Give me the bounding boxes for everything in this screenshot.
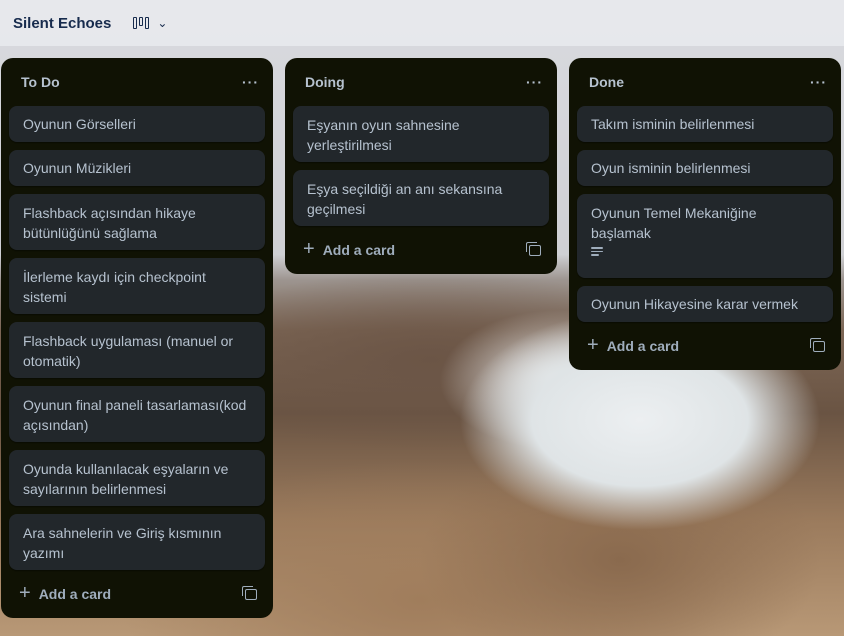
add-card-label: Add a card (322, 242, 396, 258)
board-header: Silent Echoes ⌄ (0, 0, 844, 46)
add-card-row: + Add a card (293, 234, 549, 266)
card[interactable]: Ara sahnelerin ve Giriş kısmının yazımı (9, 514, 265, 570)
card[interactable]: Eşya seçildiği an anı sekansına geçilmes… (293, 170, 549, 226)
list-doing: Doing ··· Eşyanın oyun sahnesine yerleşt… (285, 58, 557, 274)
card[interactable]: Flashback uygulaması (manuel or otomatik… (9, 322, 265, 378)
card[interactable]: Oyunun final paneli tasarlaması(kod açıs… (9, 386, 265, 442)
card[interactable]: Oyunun Görselleri (9, 106, 265, 142)
card[interactable]: Oyun isminin belirlenmesi (577, 150, 833, 186)
plus-icon: + (303, 238, 315, 260)
add-card-label: Add a card (606, 338, 680, 354)
add-card-button[interactable]: + Add a card (19, 582, 112, 604)
card[interactable]: Takım isminin belirlenmesi (577, 106, 833, 142)
card[interactable]: Oyunun Hikayesine karar vermek (577, 286, 833, 322)
board-view-icon[interactable] (133, 17, 150, 29)
card[interactable]: Eşyanın oyun sahnesine yerleştirilmesi (293, 106, 549, 162)
card[interactable]: Oyunda kullanılacak eşyaların ve sayılar… (9, 450, 265, 506)
add-card-row: + Add a card (9, 578, 265, 610)
card-title: Oyunun Temel Mekaniğine başlamak (591, 205, 757, 241)
card[interactable]: İlerleme kaydı için checkpoint sistemi (9, 258, 265, 314)
chevron-down-icon[interactable]: ⌄ (157, 16, 167, 30)
add-card-button[interactable]: + Add a card (587, 334, 680, 356)
card[interactable]: Oyunun Müzikleri (9, 150, 265, 186)
add-card-row: + Add a card (577, 330, 833, 362)
view-switcher[interactable]: ⌄ (133, 16, 167, 30)
card[interactable]: Oyunun Temel Mekaniğine başlamak (577, 194, 833, 278)
list-title[interactable]: To Do (21, 74, 60, 90)
plus-icon: + (19, 582, 31, 604)
more-horizontal-icon[interactable]: ··· (810, 74, 827, 90)
list-title[interactable]: Doing (305, 74, 345, 90)
list-to-do: To Do ··· Oyunun Görselleri Oyunun Müzik… (1, 58, 273, 618)
card-template-icon[interactable] (810, 337, 825, 352)
list-header: Doing ··· (293, 58, 549, 106)
card-template-icon[interactable] (242, 585, 257, 600)
more-horizontal-icon[interactable]: ··· (526, 74, 543, 90)
list-header: Done ··· (577, 58, 833, 106)
add-card-button[interactable]: + Add a card (303, 238, 396, 260)
card[interactable]: Flashback açısından hikaye bütünlüğünü s… (9, 194, 265, 250)
list-header: To Do ··· (9, 58, 265, 106)
list-title[interactable]: Done (589, 74, 624, 90)
list-done: Done ··· Takım isminin belirlenmesi Oyun… (569, 58, 841, 370)
description-icon (591, 247, 603, 256)
board-title[interactable]: Silent Echoes (13, 15, 111, 32)
plus-icon: + (587, 334, 599, 356)
card-template-icon[interactable] (526, 241, 541, 256)
add-card-label: Add a card (38, 586, 112, 602)
more-horizontal-icon[interactable]: ··· (242, 74, 259, 90)
